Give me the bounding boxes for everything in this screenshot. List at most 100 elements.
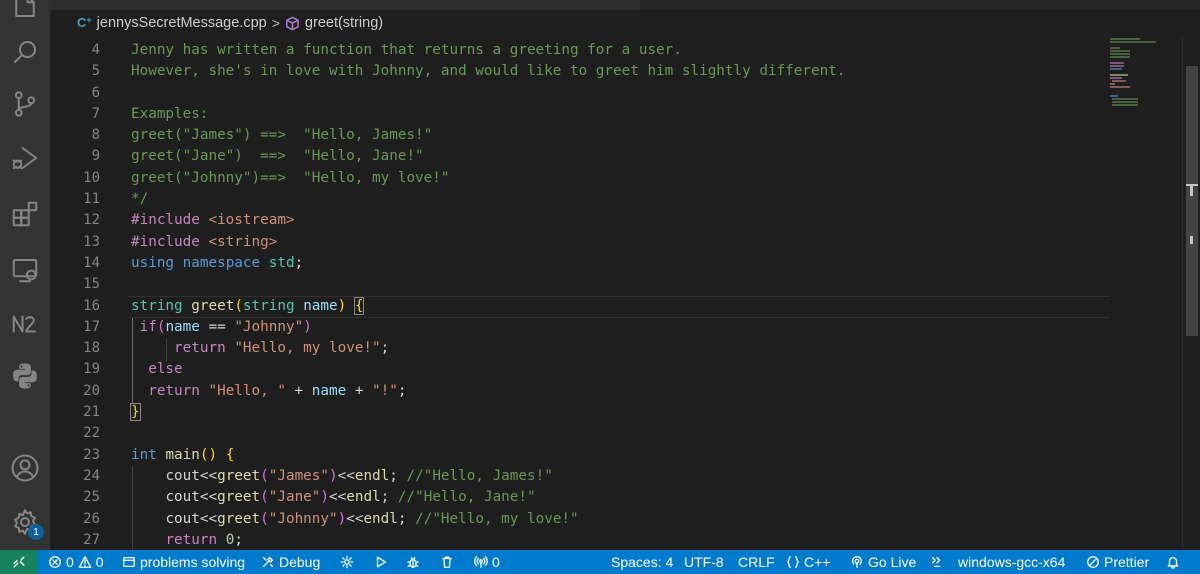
eol-item[interactable]: CRLF: [738, 550, 775, 574]
code-line-20: return "Hello, " + name + "!";: [148, 382, 407, 399]
activity-bar: 1: [0, 0, 50, 550]
ports-item[interactable]: 0: [474, 550, 500, 574]
go-live-label: Go Live: [868, 554, 917, 570]
code-line-19: else: [148, 361, 183, 378]
code-line-23: int main() {: [131, 446, 235, 463]
line-number: 8: [91, 127, 100, 144]
minimap-line: [1112, 80, 1126, 82]
debug-build-item[interactable]: Debug: [261, 550, 320, 574]
breadcrumb-file[interactable]: jennysSecretMessage.cpp: [97, 15, 267, 31]
run-debug-icon[interactable]: [0, 134, 50, 182]
language-label: C++: [804, 554, 831, 570]
problems-indicator[interactable]: 0 0: [48, 550, 104, 574]
debug-label: Debug: [279, 554, 321, 570]
line-number: 13: [83, 233, 100, 250]
line-number: 12: [83, 212, 100, 229]
scrollbar-selection-mark: [1190, 236, 1193, 244]
line-number: 26: [83, 510, 100, 527]
gear-icon: [340, 555, 354, 569]
matched-brace-close: }: [130, 403, 141, 422]
line-number: 4: [91, 42, 100, 58]
breadcrumb-symbol[interactable]: greet(string): [305, 15, 383, 31]
scrollbar-slider[interactable]: [1186, 66, 1198, 336]
line-number: 23: [83, 446, 100, 463]
minimap[interactable]: [1110, 36, 1182, 550]
clean-button[interactable]: [440, 550, 454, 574]
notifications-button[interactable]: [1166, 550, 1180, 574]
tab-active-segment[interactable]: [50, 0, 640, 10]
indentation-item[interactable]: Spaces: 4: [611, 550, 673, 574]
go-live-button[interactable]: Go Live: [850, 550, 916, 574]
error-count: 0: [66, 554, 74, 570]
matched-brace-open: {: [353, 296, 365, 315]
line-number: 18: [83, 340, 100, 357]
breadcrumb: C+ jennysSecretMessage.cpp > greet(strin…: [50, 10, 1180, 36]
minimap-line: [1110, 56, 1130, 58]
code-line-18: return "Hello, my love!";: [174, 340, 390, 357]
vertical-scrollbar[interactable]: [1182, 36, 1200, 550]
cpp-config-item[interactable]: windows-gcc-x64: [930, 550, 1065, 574]
minimap-line: [1110, 62, 1124, 64]
minimap-line: [1110, 77, 1122, 79]
minimap-line: [1110, 50, 1130, 52]
warning-count: 0: [95, 554, 104, 570]
line-number: 20: [83, 382, 100, 399]
line-number: 9: [91, 148, 100, 165]
python-icon[interactable]: [0, 352, 50, 400]
settings-gear-icon[interactable]: 1: [0, 498, 50, 546]
source-control-icon[interactable]: [0, 80, 50, 128]
debug-button[interactable]: [406, 550, 420, 574]
language-mode-item[interactable]: C++: [786, 550, 830, 574]
build-gear-button[interactable]: [340, 550, 354, 574]
prettier-item[interactable]: Prettier: [1086, 550, 1149, 574]
remote-explorer-icon[interactable]: [0, 246, 50, 294]
minimap-line: [1110, 86, 1130, 88]
method-cube-icon: [285, 16, 300, 31]
line-number: 19: [83, 361, 100, 378]
explorer-icon[interactable]: [0, 0, 50, 30]
prohibited-icon: [1087, 556, 1099, 568]
extensions-icon[interactable]: [0, 190, 50, 238]
braces-icon: [787, 556, 799, 568]
config-icon: [931, 556, 941, 568]
code-line-21: }: [130, 402, 1111, 423]
minimap-line: [1110, 47, 1120, 49]
minimap-line: [1110, 38, 1140, 40]
code-line-7: Examples:: [131, 105, 209, 122]
accounts-icon[interactable]: [0, 444, 50, 492]
code-line-27: return 0;: [165, 531, 243, 548]
project-label: problems solving: [140, 554, 246, 570]
warning-icon: [78, 556, 92, 568]
chevron-right-icon: >: [271, 15, 280, 31]
minimap-line: [1110, 95, 1118, 97]
ports-count: 0: [492, 554, 500, 570]
tab-strip: [50, 0, 1200, 10]
line-number: 14: [83, 254, 100, 271]
cpp-file-icon: C+: [77, 15, 92, 30]
code-line-11: */: [131, 191, 149, 208]
tools-icon: [262, 556, 274, 568]
line-number-gutter: 4 5 6 7 8 9 10 11 12 13 14 15 16 17 18 19 20 21 22 23 24 25 26…: [50, 40, 110, 551]
error-icon: [49, 556, 61, 568]
code-line-26: cout<<greet("Johnny")<<endl; //"Hello, m…: [165, 510, 579, 527]
minimap-line: [1112, 101, 1138, 103]
code-editor[interactable]: Jenny has written a function that return…: [130, 40, 1111, 551]
line-number: 6: [91, 84, 100, 101]
encoding-item[interactable]: UTF-8: [684, 550, 724, 574]
remote-indicator[interactable]: [0, 550, 38, 574]
code-line-24: cout<<greet("James")<<endl; //"Hello, Ja…: [165, 467, 553, 484]
minimap-line: [1112, 98, 1138, 100]
line-number: 16: [83, 297, 100, 314]
trash-icon: [441, 556, 453, 568]
code-line-9: greet("Jane") ==> "Hello, Jane!": [131, 148, 424, 165]
code-line-8: greet("James") ==> "Hello, James!": [131, 127, 433, 144]
n2-icon[interactable]: [0, 300, 50, 348]
run-button[interactable]: [374, 550, 388, 574]
settings-badge: 1: [28, 524, 44, 540]
search-icon[interactable]: [0, 28, 50, 76]
project-item[interactable]: problems solving: [122, 550, 245, 574]
minimap-line: [1110, 83, 1115, 85]
minimap-line: [1112, 104, 1138, 106]
